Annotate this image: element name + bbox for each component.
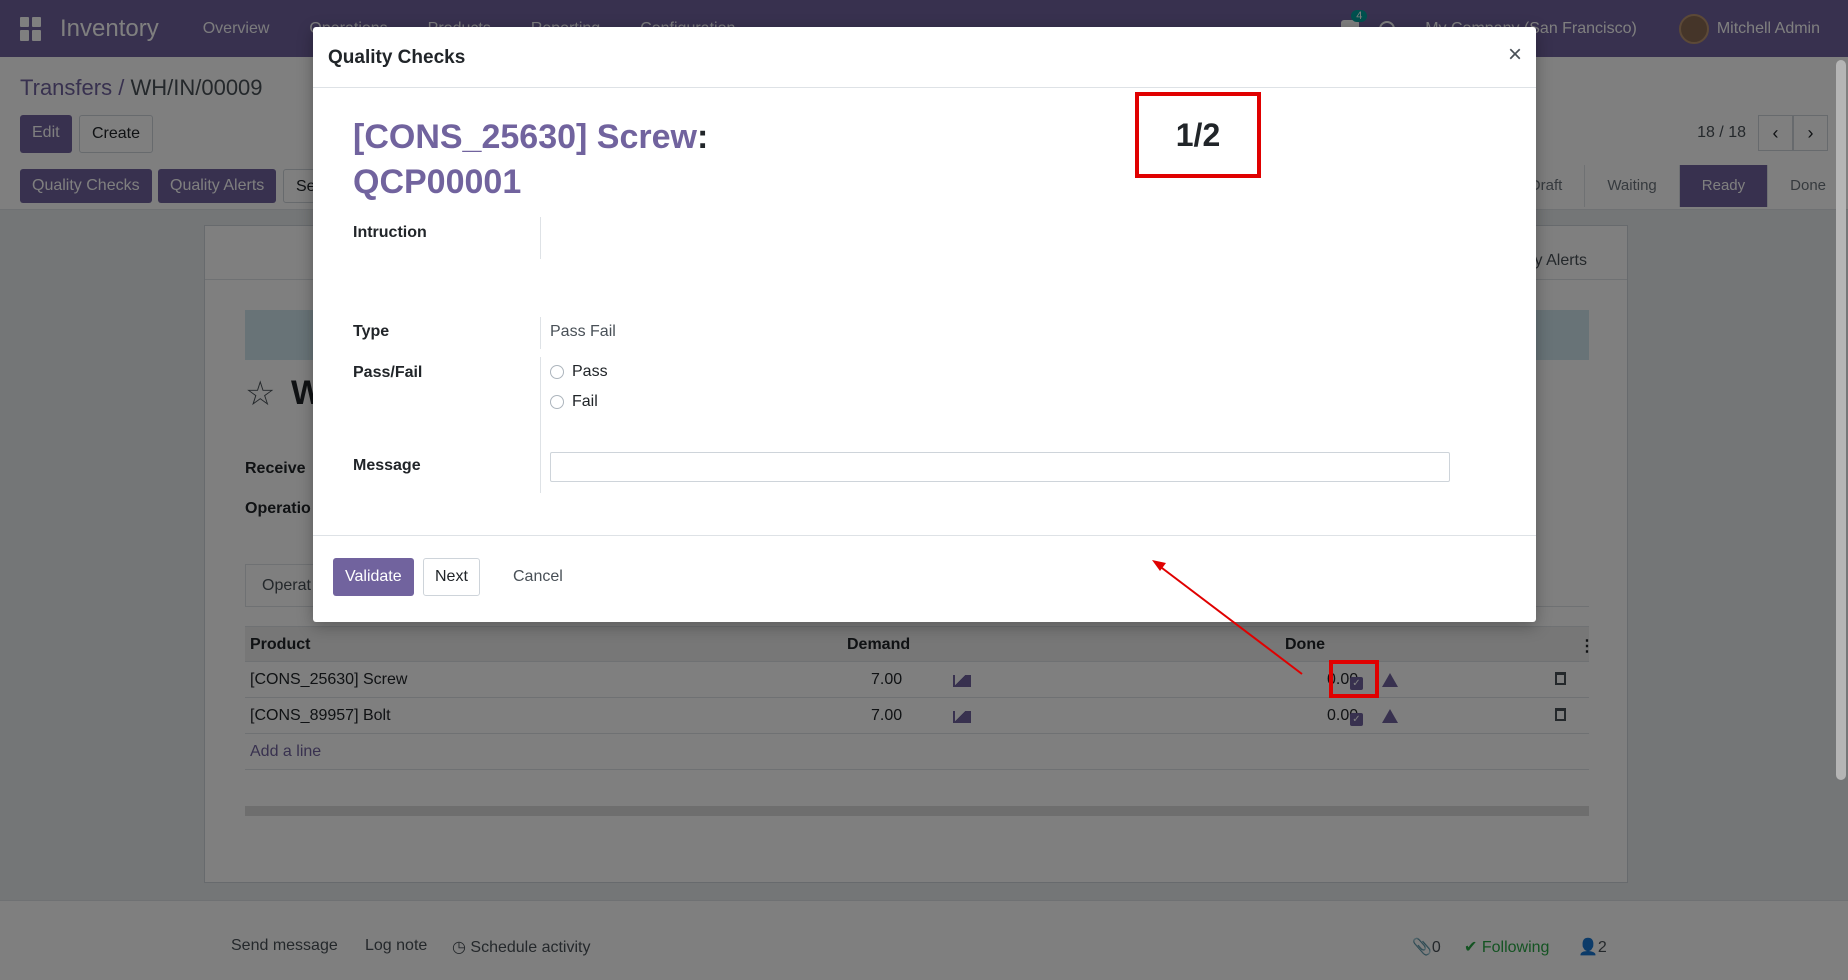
message-input[interactable] [550,452,1450,482]
radio-button[interactable] [550,395,564,409]
check-product-link[interactable]: [CONS_25630] Screw [353,118,697,156]
pass-fail-label: Pass/Fail [353,364,423,381]
pass-radio[interactable]: Pass [550,363,608,381]
quality-check-title: [CONS_25630] Screw: QCP00001 [353,115,833,205]
radio-button[interactable] [550,365,564,379]
check-counter-highlight: 1/2 [1135,92,1261,178]
page-scrollbar[interactable] [1836,0,1846,980]
check-point-code: QCP00001 [353,163,522,201]
message-label: Message [353,457,421,474]
dialog-footer: Validate Next Cancel [313,535,1536,622]
check-counter: 1/2 [1175,116,1221,153]
field-separator [540,357,541,455]
dialog-title: Quality Checks [328,47,466,68]
pass-option-label[interactable]: Pass [572,363,608,381]
instruction-label: Intruction [353,224,427,241]
quality-check-icon-highlight [1329,660,1379,698]
field-separator [540,217,541,259]
quality-checks-dialog: Quality Checks × [CONS_25630] Screw: QCP… [313,27,1536,622]
field-separator [540,317,541,349]
close-icon[interactable]: × [1508,41,1522,69]
page-scrollbar-thumb[interactable] [1836,60,1846,780]
dialog-header: Quality Checks × [313,27,1536,88]
check-title-colon: : [696,118,709,156]
next-button[interactable]: Next [423,558,480,596]
type-value: Pass Fail [550,323,616,340]
fail-radio[interactable]: Fail [550,393,598,411]
validate-button[interactable]: Validate [333,558,414,596]
field-separator [540,451,541,493]
fail-option-label[interactable]: Fail [572,393,598,411]
cancel-button[interactable]: Cancel [501,558,575,596]
type-label: Type [353,323,390,340]
